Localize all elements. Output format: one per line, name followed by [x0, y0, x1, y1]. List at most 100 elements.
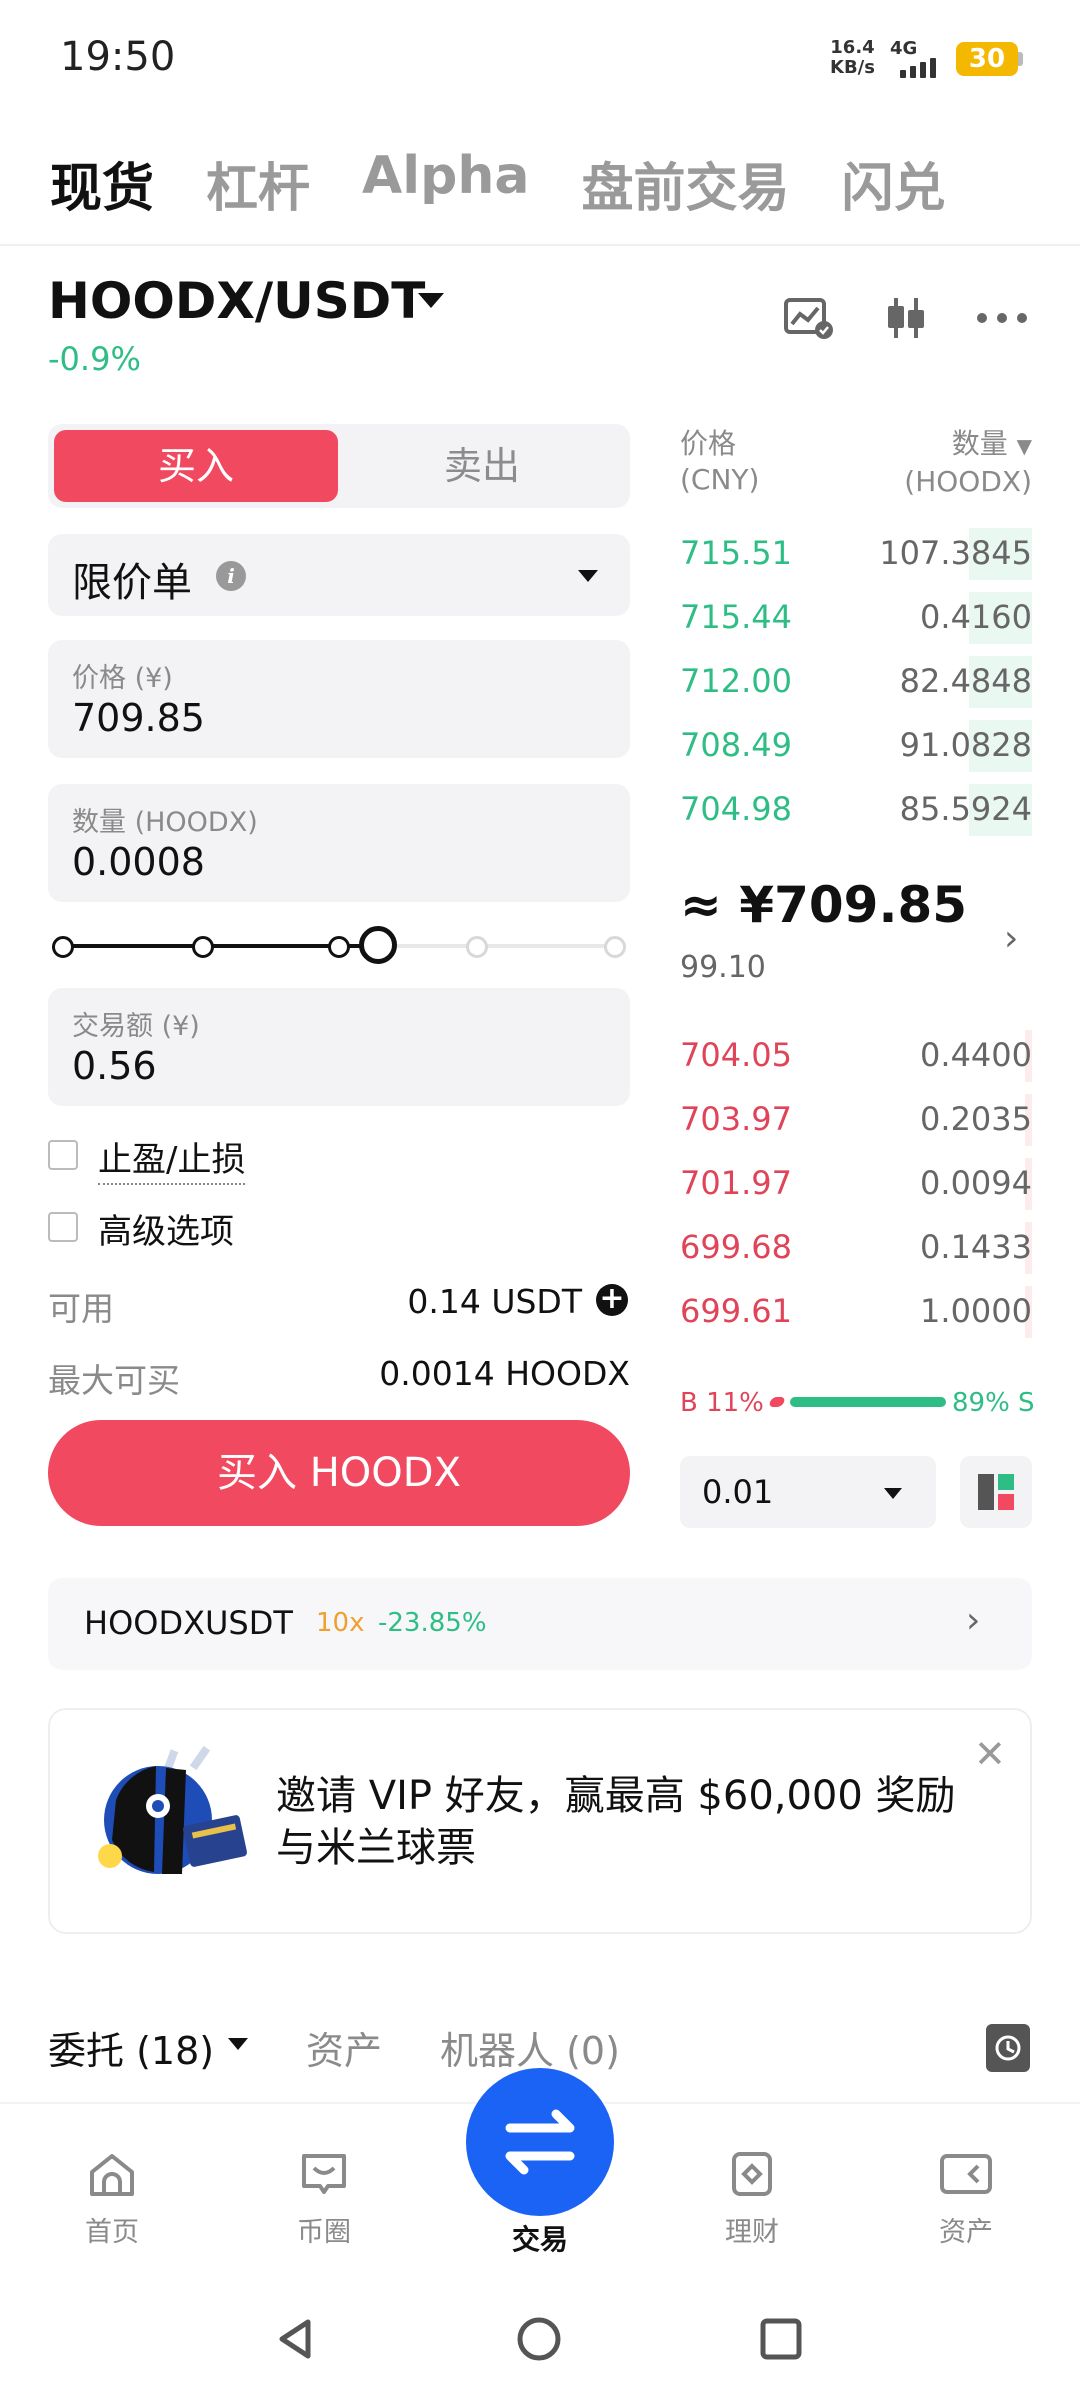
tab-bots[interactable]: 机器人 (0) — [440, 2020, 620, 2075]
home-circle-icon[interactable] — [516, 2316, 562, 2366]
tab-margin[interactable]: 杠杆 — [206, 146, 310, 221]
wallet-icon — [940, 2154, 992, 2194]
football-icon — [96, 1740, 256, 1894]
buy-submit-button[interactable]: 买入 HOODX — [48, 1420, 630, 1526]
tab-assets[interactable]: 资产 — [306, 2020, 382, 2075]
ask-price: 704.98 — [680, 790, 792, 828]
tab-premarket[interactable]: 盘前交易 — [581, 146, 789, 221]
slider-step-100[interactable] — [604, 936, 626, 958]
slider-step-0[interactable] — [52, 936, 74, 958]
pair-symbol[interactable]: HOODX/USDT — [48, 272, 425, 330]
nav-earn-label: 理财 — [725, 2217, 779, 2248]
pair-change: -0.9% — [48, 340, 141, 378]
quantity-input[interactable]: 0.0008 — [72, 840, 205, 884]
bid-row[interactable]: 699.68 0.1433 — [680, 1218, 1032, 1278]
chart-compare-icon[interactable] — [780, 288, 840, 348]
tab-convert[interactable]: 闪兑 — [841, 146, 945, 221]
total-input[interactable]: 0.56 — [72, 1044, 157, 1088]
max-buy-value: 0.0014 HOODX — [379, 1354, 630, 1393]
info-icon[interactable]: i — [216, 561, 246, 591]
slider-step-25[interactable] — [192, 936, 214, 958]
layout-icon — [978, 1474, 1014, 1510]
nav-assets[interactable]: 资产 — [906, 2150, 1026, 2249]
bid-price: 704.05 — [680, 1036, 792, 1074]
network-speed: 16.4 KB/s — [830, 38, 875, 78]
buy-ratio-bar — [768, 1397, 786, 1407]
status-time: 19:50 — [60, 34, 176, 80]
orderbook-qty-header[interactable]: 数量 ▼ (HOODX) — [904, 426, 1032, 500]
orderbook-price-unit: (CNY) — [680, 463, 760, 496]
orderbook-layout-button[interactable] — [960, 1456, 1032, 1528]
orderbook-price-header: 价格 (CNY) — [680, 426, 759, 498]
sell-ratio-bar — [790, 1397, 946, 1407]
tab-spot[interactable]: 现货 — [50, 146, 154, 221]
available-value: 0.14 USDT — [407, 1282, 582, 1321]
ask-row[interactable]: 715.44 0.4160 — [680, 588, 1032, 648]
market-tabs: 现货 杠杆 Alpha 盘前交易 闪兑 — [50, 146, 945, 221]
add-funds-icon[interactable]: + — [596, 1284, 628, 1316]
pair-dropdown-icon[interactable] — [418, 293, 444, 308]
nav-trade-label[interactable]: 交易 — [480, 2218, 600, 2258]
price-input[interactable]: 709.85 — [72, 696, 205, 740]
close-icon[interactable]: ✕ — [974, 1732, 1006, 1776]
recents-icon[interactable] — [758, 2316, 804, 2366]
divider — [0, 244, 1080, 246]
ask-price: 708.49 — [680, 726, 792, 764]
ask-row[interactable]: 712.00 82.4848 — [680, 652, 1032, 712]
advanced-label[interactable]: 高级选项 — [98, 1204, 234, 1253]
chevron-right-icon[interactable]: › — [1004, 918, 1018, 959]
futures-leverage: 10x — [316, 1608, 365, 1638]
total-label: 交易额 (¥) — [72, 1011, 200, 1042]
ask-row[interactable]: 715.51 107.3845 — [680, 524, 1032, 584]
bid-row[interactable]: 701.97 0.0094 — [680, 1154, 1032, 1214]
chat-icon — [302, 2154, 346, 2194]
sell-tab[interactable]: 卖出 — [340, 430, 624, 502]
buy-tab[interactable]: 买入 — [54, 430, 338, 502]
tp-sl-label[interactable]: 止盈/止损 — [98, 1132, 246, 1185]
nav-earn[interactable]: 理财 — [692, 2150, 812, 2249]
earn-icon — [732, 2152, 772, 2196]
bid-row[interactable]: 703.97 0.2035 — [680, 1090, 1032, 1150]
tab-orders[interactable]: 委托 (18) — [48, 2020, 214, 2075]
history-icon[interactable] — [986, 2024, 1030, 2072]
chevron-down-icon: ▼ — [1016, 434, 1032, 458]
orderbook-price-title: 价格 — [680, 427, 737, 460]
home-icon — [90, 2154, 134, 2196]
slider-step-50[interactable] — [328, 936, 350, 958]
tp-sl-checkbox[interactable] — [48, 1140, 78, 1170]
nav-home-label: 首页 — [85, 2217, 139, 2248]
more-icon[interactable] — [972, 288, 1032, 348]
mid-price-usd: 99.10 — [680, 950, 766, 985]
ask-qty: 91.0828 — [899, 726, 1032, 764]
bid-row[interactable]: 699.61 1.0000 — [680, 1282, 1032, 1342]
ask-price: 715.51 — [680, 534, 792, 572]
nav-square[interactable]: 币圈 — [264, 2150, 384, 2249]
battery-icon: 30 — [956, 42, 1018, 76]
back-icon[interactable] — [272, 2316, 318, 2366]
bid-qty: 0.4400 — [920, 1036, 1032, 1074]
ask-qty: 82.4848 — [899, 662, 1032, 700]
bid-qty: 1.0000 — [920, 1292, 1032, 1330]
advanced-checkbox[interactable] — [48, 1212, 78, 1242]
available-label: 可用 — [48, 1289, 114, 1328]
amount-slider-handle[interactable] — [359, 926, 397, 964]
nav-trade-button[interactable] — [466, 2068, 614, 2216]
futures-symbol: HOODXUSDT — [84, 1604, 293, 1642]
nav-square-label: 币圈 — [297, 2217, 351, 2248]
chevron-down-icon[interactable] — [228, 2038, 248, 2050]
sell-ratio: 89% S — [952, 1388, 1035, 1418]
nav-home[interactable]: 首页 — [52, 2150, 172, 2249]
candlestick-icon[interactable] — [876, 288, 936, 348]
ask-row[interactable]: 708.49 91.0828 — [680, 716, 1032, 776]
mid-price[interactable]: ≈ ¥709.85 — [680, 876, 967, 934]
bid-row[interactable]: 704.05 0.4400 — [680, 1026, 1032, 1086]
order-type-label: 限价单 — [72, 560, 192, 606]
ask-qty: 85.5924 — [899, 790, 1032, 828]
ask-row[interactable]: 704.98 85.5924 — [680, 780, 1032, 840]
orderbook-qty-title: 数量 — [951, 427, 1008, 460]
tab-alpha[interactable]: Alpha — [362, 146, 529, 221]
ask-qty: 0.4160 — [920, 598, 1032, 636]
slider-step-75[interactable] — [466, 936, 488, 958]
bid-price: 703.97 — [680, 1100, 792, 1138]
price-label: 价格 (¥) — [72, 663, 173, 694]
